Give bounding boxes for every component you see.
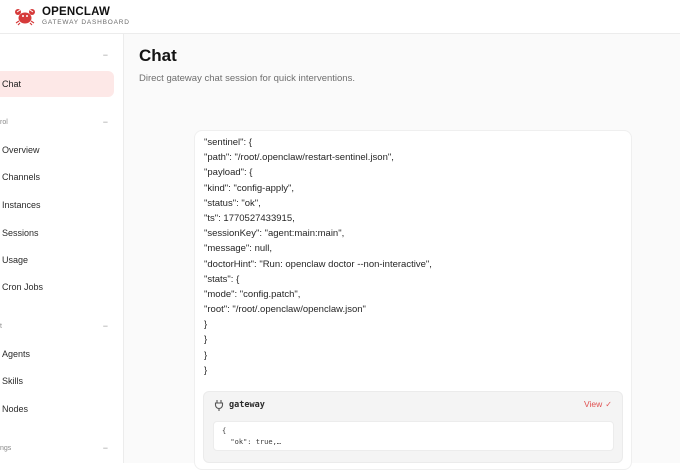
json-line: "ts": 1770527433915, xyxy=(204,212,295,224)
json-line: "mode": "config.patch", xyxy=(204,288,301,300)
sidebar-item-label: Instances xyxy=(2,200,41,210)
sidebar-group-header[interactable]: − xyxy=(0,50,114,65)
sidebar-group-control[interactable]: rol − xyxy=(0,117,114,132)
main-content: Chat Direct gateway chat session for qui… xyxy=(124,34,680,470)
sidebar-group-settings[interactable]: ngs − xyxy=(0,443,114,458)
tool-output-preview: { "ok": true,… xyxy=(213,421,614,451)
sidebar-item-label: Overview xyxy=(2,145,40,155)
view-tool-output-button[interactable]: View ✓ xyxy=(584,399,612,409)
sidebar-group-label: t xyxy=(0,323,2,330)
brand-title: OPENCLAW xyxy=(42,6,111,18)
sidebar-item-overview[interactable]: Overview xyxy=(0,137,114,163)
json-line: } xyxy=(204,334,208,346)
collapse-icon[interactable]: − xyxy=(103,443,108,453)
json-line: "stats": { xyxy=(204,273,240,285)
json-line: "payload": { xyxy=(204,167,253,179)
sidebar-item-label: Sessions xyxy=(2,228,39,238)
collapse-icon[interactable]: − xyxy=(103,321,108,331)
sidebar-item-channels[interactable]: Channels xyxy=(0,164,114,190)
sidebar-item-chat[interactable]: Chat xyxy=(0,71,114,97)
tool-output-line: { xyxy=(222,427,227,435)
page-title: Chat xyxy=(139,46,177,65)
view-label: View xyxy=(584,399,603,409)
collapse-icon[interactable]: − xyxy=(103,117,108,127)
tool-name: gateway xyxy=(229,400,265,410)
tool-output-line: "ok": true,… xyxy=(222,438,282,446)
sidebar-item-sessions[interactable]: Sessions xyxy=(0,220,114,246)
sidebar-item-label: Chat xyxy=(2,79,22,89)
sidebar-item-usage[interactable]: Usage xyxy=(0,247,114,273)
sidebar-item-skills[interactable]: Skills xyxy=(0,368,114,394)
json-line: } xyxy=(204,364,208,376)
json-line: } xyxy=(204,349,208,361)
sidebar-item-label: Channels xyxy=(2,172,41,182)
collapse-icon[interactable]: − xyxy=(103,50,108,60)
json-line: "status": "ok", xyxy=(204,197,261,209)
sidebar: − Chat rol − Overview Channels Instances… xyxy=(0,34,124,463)
sidebar-item-agents[interactable]: Agents xyxy=(0,341,114,367)
json-line: "sentinel": { xyxy=(204,137,252,148)
json-line: "path": "/root/.openclaw/restart-sentine… xyxy=(204,152,394,164)
brand-subtitle: GATEWAY DASHBOARD xyxy=(42,19,130,26)
sidebar-group-label: rol xyxy=(0,119,8,126)
json-line: "sessionKey": "agent:main:main", xyxy=(204,228,345,240)
sidebar-item-label: Nodes xyxy=(2,404,29,414)
crab-logo-icon xyxy=(15,9,35,26)
sidebar-item-nodes[interactable]: Nodes xyxy=(0,396,114,422)
chat-message-card: "sentinel": { "path": "/root/.openclaw/re… xyxy=(194,130,632,470)
sidebar-item-label: Skills xyxy=(2,376,24,386)
sidebar-item-label: Agents xyxy=(2,349,31,359)
json-line: "kind": "config-apply", xyxy=(204,182,295,194)
plug-icon xyxy=(214,400,224,411)
page-subtitle: Direct gateway chat session for quick in… xyxy=(139,73,355,84)
json-line: "message": null, xyxy=(204,243,272,255)
sidebar-item-instances[interactable]: Instances xyxy=(0,192,114,218)
message-json-content: "sentinel": { "path": "/root/.openclaw/re… xyxy=(204,135,432,378)
tool-call-card: gateway View ✓ { "ok": true,… xyxy=(203,391,623,463)
check-icon: ✓ xyxy=(605,400,612,409)
sidebar-item-label: Usage xyxy=(2,255,29,265)
json-line: "doctorHint": "Run: openclaw doctor --no… xyxy=(204,258,432,270)
sidebar-item-label: Cron Jobs xyxy=(2,282,44,292)
sidebar-item-cron-jobs[interactable]: Cron Jobs xyxy=(0,274,114,300)
sidebar-group-agent[interactable]: t − xyxy=(0,321,114,336)
top-header: OPENCLAW GATEWAY DASHBOARD xyxy=(0,0,680,34)
sidebar-group-label: ngs xyxy=(0,445,12,452)
json-line: "root": "/root/.openclaw/openclaw.json" xyxy=(204,304,366,316)
json-line: } xyxy=(204,319,208,331)
